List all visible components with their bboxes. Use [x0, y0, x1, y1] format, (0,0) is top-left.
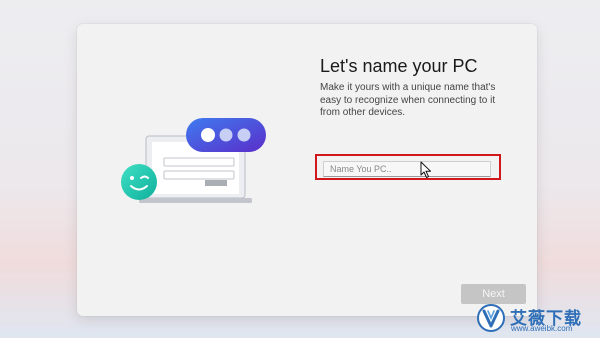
- desktop-background: Let's name your PC Make it yours with a …: [0, 0, 600, 338]
- watermark: 艾薇下载 www.aweibk.com: [476, 303, 596, 335]
- mouse-cursor-icon: [420, 161, 431, 178]
- watermark-url: www.aweibk.com: [511, 324, 573, 333]
- setup-dialog: Let's name your PC Make it yours with a …: [77, 24, 537, 316]
- next-button[interactable]: Next: [461, 284, 526, 304]
- winking-face-icon: [121, 164, 157, 200]
- pc-name-input[interactable]: [323, 161, 491, 177]
- illustration: [121, 118, 266, 203]
- password-dots-icon: [186, 118, 266, 152]
- page-description: Make it yours with a unique name that's …: [320, 82, 496, 118]
- watermark-logo-icon: [477, 304, 505, 332]
- page-title: Let's name your PC: [320, 56, 478, 76]
